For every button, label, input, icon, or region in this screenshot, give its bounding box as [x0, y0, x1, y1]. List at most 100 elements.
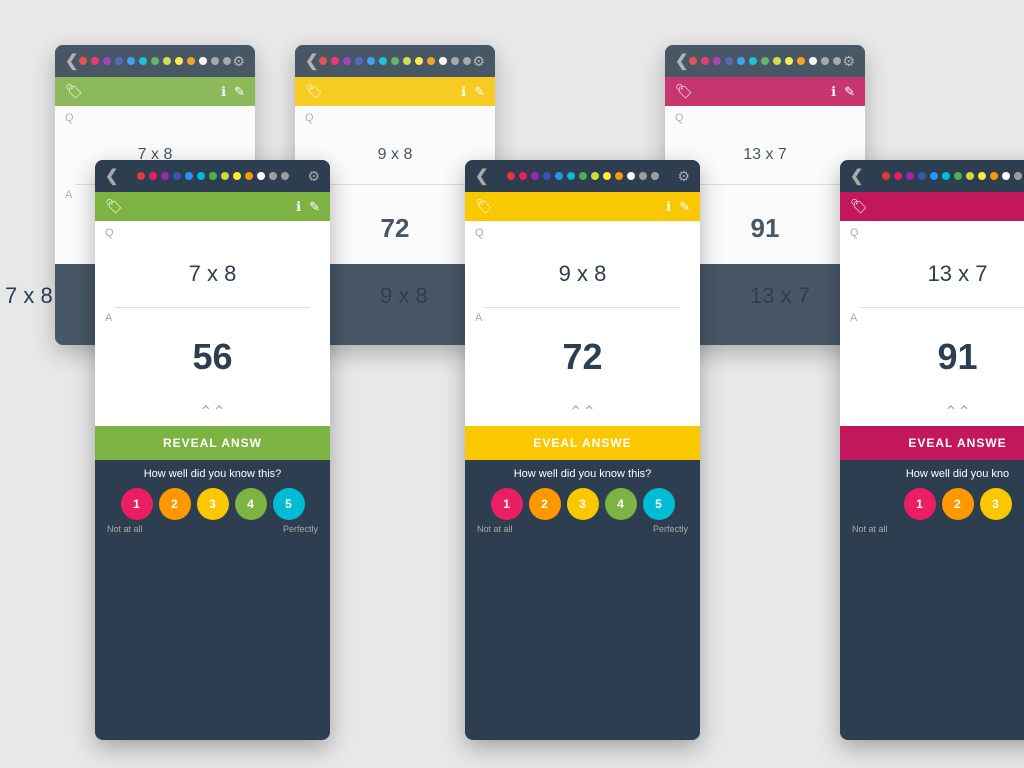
- bookmark-icon-3[interactable]: 🏷: [105, 198, 123, 215]
- gear-icon-4[interactable]: ⚙: [677, 168, 690, 185]
- rating-section-3: How well did you know this?12345Not at a…: [95, 460, 330, 544]
- bookmark-icon-5[interactable]: 🏷: [850, 198, 868, 215]
- rating-btn-3-card-3[interactable]: 4: [235, 488, 267, 520]
- edit-icon-4[interactable]: ✎: [679, 199, 690, 215]
- chevron-up-4[interactable]: ⌃⌃: [465, 398, 700, 426]
- rating-buttons-5: 123: [850, 488, 1024, 520]
- rating-btn-1-card-3[interactable]: 2: [159, 488, 191, 520]
- card-toolbar-3: 🏷 ℹ ✎: [95, 192, 330, 221]
- reveal-bar-4[interactable]: EVEAL ANSWE: [465, 426, 700, 460]
- info-icon-2[interactable]: ℹ: [831, 84, 836, 100]
- rating-btn-0-card-3[interactable]: 1: [121, 488, 153, 520]
- dot-2: [343, 57, 351, 65]
- back-icon-3[interactable]: ❮: [105, 166, 118, 186]
- info-icon-0[interactable]: ℹ: [221, 84, 226, 100]
- dot-7: [221, 172, 229, 180]
- question-label-2: Q: [665, 106, 865, 126]
- gear-icon-1[interactable]: ⚙: [472, 53, 485, 70]
- rating-btn-1-card-5[interactable]: 2: [942, 488, 974, 520]
- info-icon-3[interactable]: ℹ: [296, 199, 301, 215]
- rating-btn-2-card-4[interactable]: 3: [567, 488, 599, 520]
- bookmark-icon-2[interactable]: 🏷: [675, 83, 693, 100]
- dot-9: [797, 57, 805, 65]
- back-icon-2[interactable]: ❮: [675, 51, 688, 71]
- rating-btn-4-card-3[interactable]: 5: [273, 488, 305, 520]
- dot-11: [1014, 172, 1022, 180]
- back-icon-5[interactable]: ❮: [850, 166, 863, 186]
- rating-btn-0-card-4[interactable]: 1: [491, 488, 523, 520]
- dot-8: [233, 172, 241, 180]
- edit-icon-1[interactable]: ✎: [474, 84, 485, 100]
- info-icon-4[interactable]: ℹ: [666, 199, 671, 215]
- dot-12: [833, 57, 841, 65]
- progress-dots-4: [507, 172, 659, 180]
- dot-11: [821, 57, 829, 65]
- reveal-bar-5[interactable]: EVEAL ANSWE: [840, 426, 1024, 460]
- rating-labels-5: Not at all: [850, 524, 1024, 534]
- question-text-4: 9 x 8: [465, 241, 700, 307]
- card-toolbar-2: 🏷 ℹ ✎: [665, 77, 865, 106]
- dot-9: [615, 172, 623, 180]
- chevron-up-5[interactable]: ⌃⌃: [840, 398, 1024, 426]
- question-label-5: Q: [840, 221, 1024, 241]
- dot-7: [591, 172, 599, 180]
- dot-6: [151, 57, 159, 65]
- rating-btn-0-card-5[interactable]: 1: [904, 488, 936, 520]
- dot-9: [187, 57, 195, 65]
- rating-label-perfectly-3: Perfectly: [283, 524, 318, 534]
- rating-btn-1-card-4[interactable]: 2: [529, 488, 561, 520]
- rating-labels-3: Not at all Perfectly: [105, 524, 320, 534]
- dot-6: [954, 172, 962, 180]
- dot-3: [543, 172, 551, 180]
- dot-4: [185, 172, 193, 180]
- dot-10: [809, 57, 817, 65]
- rating-btn-4-card-4[interactable]: 5: [643, 488, 675, 520]
- gear-icon-2[interactable]: ⚙: [842, 53, 855, 70]
- card-main-1: ❮⚙🏷ℹ✎Q7 x 8A56⌃⌃REVEAL ANSWHow well did …: [95, 160, 330, 740]
- gear-icon-0[interactable]: ⚙: [232, 53, 245, 70]
- card-header-3: ❮⚙: [95, 160, 330, 192]
- question-text-3: 7 x 8: [95, 241, 330, 307]
- card-header-4: ❮⚙: [465, 160, 700, 192]
- rating-btn-2-card-5[interactable]: 3: [980, 488, 1012, 520]
- dot-4: [737, 57, 745, 65]
- rating-label-not-at-all-3: Not at all: [107, 524, 143, 534]
- chevron-up-3[interactable]: ⌃⌃: [95, 398, 330, 426]
- dot-1: [701, 57, 709, 65]
- dot-5: [942, 172, 950, 180]
- edit-icon-0[interactable]: ✎: [234, 84, 245, 100]
- dot-6: [391, 57, 399, 65]
- dot-9: [990, 172, 998, 180]
- rating-btn-3-card-4[interactable]: 4: [605, 488, 637, 520]
- back-icon-4[interactable]: ❮: [475, 166, 488, 186]
- progress-dots-3: [137, 172, 289, 180]
- reveal-bar-3[interactable]: REVEAL ANSW: [95, 426, 330, 460]
- rating-btn-2-card-3[interactable]: 3: [197, 488, 229, 520]
- dot-10: [627, 172, 635, 180]
- gear-icon-3[interactable]: ⚙: [307, 168, 320, 185]
- dot-8: [978, 172, 986, 180]
- bookmark-icon-4[interactable]: 🏷: [475, 198, 493, 215]
- dot-5: [139, 57, 147, 65]
- dot-6: [761, 57, 769, 65]
- edit-icon-2[interactable]: ✎: [844, 84, 855, 100]
- dot-0: [319, 57, 327, 65]
- dot-11: [211, 57, 219, 65]
- back-icon-0[interactable]: ❮: [65, 51, 78, 71]
- rating-label-perfectly-4: Perfectly: [653, 524, 688, 534]
- bookmark-icon-1[interactable]: 🏷: [305, 83, 323, 100]
- info-icon-1[interactable]: ℹ: [461, 84, 466, 100]
- dot-0: [137, 172, 145, 180]
- dot-7: [966, 172, 974, 180]
- back-icon-1[interactable]: ❮: [305, 51, 318, 71]
- bookmark-icon-0[interactable]: 🏷: [65, 83, 83, 100]
- dot-0: [689, 57, 697, 65]
- dot-1: [331, 57, 339, 65]
- question-label-4: Q: [465, 221, 700, 241]
- edit-icon-3[interactable]: ✎: [309, 199, 320, 215]
- card-body-5: Q13 x 7A91⌃⌃: [840, 221, 1024, 426]
- card-header-2: ❮⚙: [665, 45, 865, 77]
- answer-label-4: A: [465, 308, 700, 326]
- answer-label-5: A: [840, 308, 1024, 326]
- dot-10: [1002, 172, 1010, 180]
